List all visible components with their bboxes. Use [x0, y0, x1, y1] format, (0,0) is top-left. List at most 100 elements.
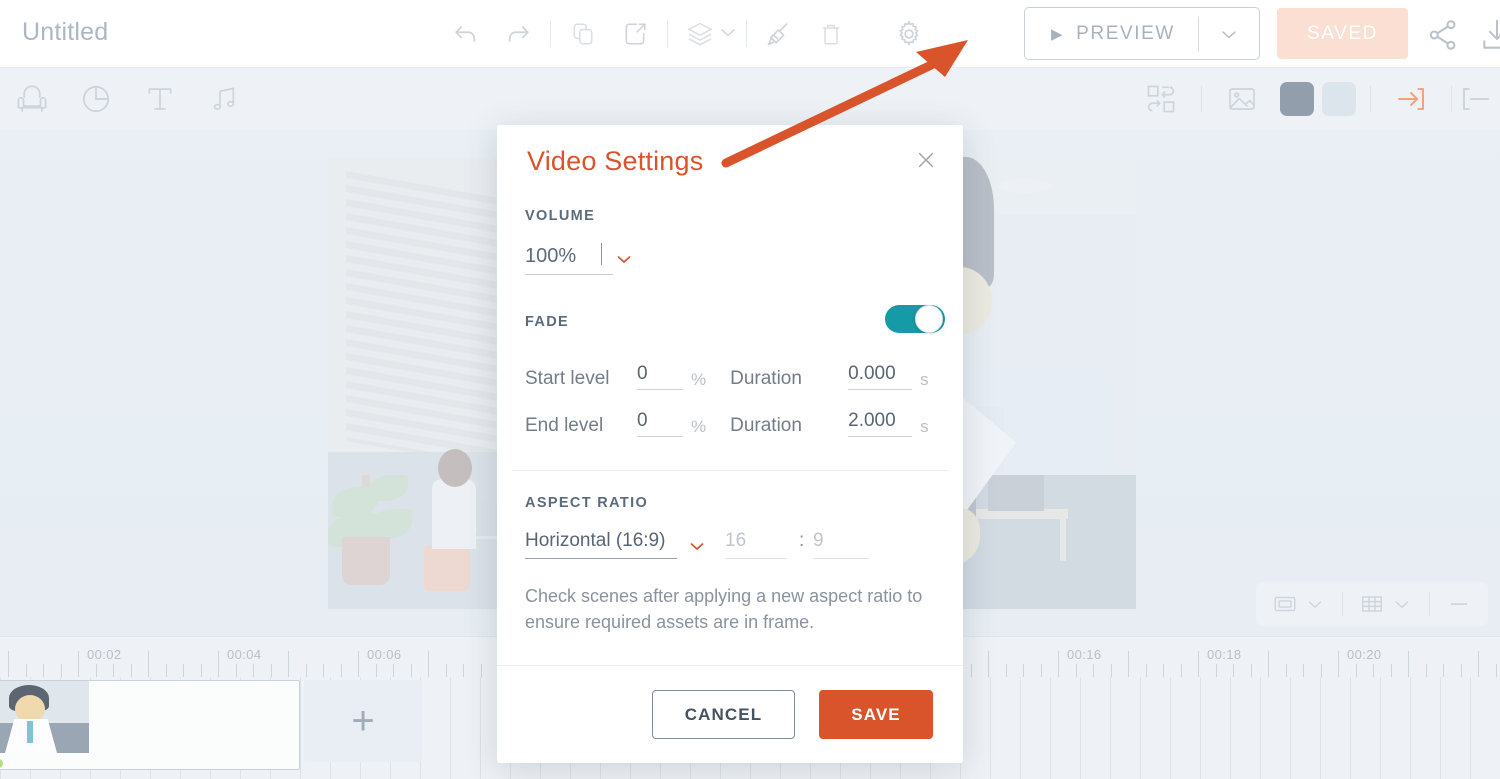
preview-label: PREVIEW	[1076, 22, 1175, 44]
grid-control[interactable]	[1353, 591, 1419, 617]
progress-bar[interactable]	[0, 759, 3, 768]
start-level-label: Start level	[525, 368, 610, 389]
document-title[interactable]: Untitled	[22, 18, 108, 47]
save-button[interactable]: SAVE	[819, 690, 933, 739]
frame-size-control[interactable]	[1266, 591, 1332, 617]
preview-chevron-down-icon[interactable]	[1199, 22, 1259, 46]
saved-status-button[interactable]: SAVED	[1277, 8, 1408, 59]
timeline-tick	[1145, 664, 1147, 677]
timeline-time-label: 00:06	[367, 647, 402, 662]
end-level-unit: %	[691, 417, 707, 436]
timeline-tick	[1040, 664, 1042, 677]
scene-thumbnail[interactable]: ur title here Add explanatory text here	[0, 681, 89, 753]
trash-icon[interactable]	[805, 0, 857, 68]
fade-section-label: FADE	[525, 314, 570, 330]
video-settings-dialog: Video Settings VOLUME 100% FADE Start le…	[497, 125, 963, 763]
timeline-tick	[1075, 664, 1077, 677]
aspect-ratio-chevron-down-icon[interactable]	[685, 534, 709, 563]
timeline-tick	[1460, 664, 1462, 677]
end-duration-unit: s	[920, 417, 929, 436]
broom-icon[interactable]	[753, 0, 805, 68]
timeline-tick	[1233, 664, 1234, 677]
timeline-tick	[183, 664, 184, 677]
color-swatch-dark[interactable]	[1280, 82, 1314, 116]
dialog-title: Video Settings	[527, 146, 704, 176]
timeline-tick	[8, 651, 9, 677]
gear-icon[interactable]	[883, 0, 935, 68]
exit-effect-icon[interactable]	[1460, 68, 1500, 130]
timeline-tick	[1303, 664, 1304, 677]
toolbar-separator	[550, 21, 551, 47]
section-divider	[512, 470, 948, 471]
scene-card[interactable]: ur title here Add explanatory text here	[0, 680, 300, 770]
volume-chevron-down-icon[interactable]	[612, 247, 636, 276]
timeline-tick	[60, 664, 62, 677]
aspect-width-input[interactable]: 16	[725, 530, 787, 559]
prop-icon[interactable]	[0, 68, 64, 130]
timeline-tick	[393, 664, 394, 677]
timeline-tick	[480, 664, 482, 677]
editor-toolbar	[0, 68, 1500, 130]
toolbar-separator	[1201, 86, 1202, 112]
timeline-tick	[43, 664, 44, 677]
timeline-time-label: 00:18	[1207, 647, 1242, 662]
start-level-input[interactable]: 0	[637, 363, 683, 390]
timeline-time-label: 00:16	[1067, 647, 1102, 662]
timeline-time-label: 00:20	[1347, 647, 1382, 662]
share-icon[interactable]	[1424, 16, 1462, 54]
timeline-tick	[200, 664, 202, 677]
end-duration-input[interactable]: 2.000	[848, 410, 913, 437]
copy-icon[interactable]	[557, 0, 609, 68]
timeline-tick	[1425, 664, 1427, 677]
start-duration-input[interactable]: 0.000	[848, 363, 913, 390]
play-icon: ▶	[1051, 25, 1065, 43]
aspect-ratio-select[interactable]: Horizontal (16:9)	[525, 530, 677, 559]
timeline-tick	[78, 651, 79, 677]
footer-divider	[497, 665, 963, 666]
timeline-tick	[988, 651, 989, 677]
timeline-tick	[95, 664, 97, 677]
end-level-label: End level	[525, 415, 604, 436]
end-level-input[interactable]: 0	[637, 410, 683, 437]
enter-effect-icon[interactable]	[1379, 68, 1443, 130]
download-icon[interactable]	[1478, 16, 1500, 54]
timeline-tick	[1005, 664, 1007, 677]
app-root: Untitled ▶ PREVIEW SAVED 00:02 00:04 00:…	[0, 0, 1500, 779]
fade-end-row: End level 0 % Duration 2.000 s	[525, 410, 929, 437]
app-header: Untitled ▶ PREVIEW SAVED	[0, 0, 1500, 68]
volume-input[interactable]: 100%	[525, 245, 613, 275]
duplicate-to-icon[interactable]	[609, 0, 661, 68]
timeline-tick	[1128, 651, 1129, 677]
timeline-tick	[1373, 664, 1374, 677]
aspect-ratio-colon: :	[799, 530, 805, 551]
cancel-button[interactable]: CANCEL	[652, 690, 795, 739]
text-icon[interactable]	[128, 68, 192, 130]
redo-icon[interactable]	[492, 0, 544, 68]
aspect-height-input[interactable]: 9	[813, 530, 869, 559]
preview-button[interactable]: ▶ PREVIEW	[1024, 7, 1260, 60]
timeline-tick	[1198, 651, 1199, 677]
image-icon[interactable]	[1210, 68, 1274, 130]
close-icon[interactable]	[911, 145, 941, 175]
timeline-tick	[970, 664, 972, 677]
timeline-tick	[428, 651, 429, 677]
music-icon[interactable]	[192, 68, 256, 130]
chart-icon[interactable]	[64, 68, 128, 130]
undo-icon[interactable]	[440, 0, 492, 68]
zoom-out-button[interactable]	[1440, 591, 1478, 617]
layers-chevron-down-icon[interactable]	[716, 20, 740, 49]
timeline-tick	[1338, 651, 1339, 677]
color-swatch-light[interactable]	[1322, 82, 1356, 116]
fade-toggle-knob[interactable]	[915, 305, 943, 333]
start-duration-label: Duration	[730, 368, 802, 389]
timeline-tick	[463, 664, 464, 677]
timeline-tick	[235, 664, 237, 677]
swap-icon[interactable]	[1129, 68, 1193, 130]
preview-button-label-group: ▶ PREVIEW	[1025, 23, 1198, 45]
add-scene-button[interactable]: +	[304, 680, 422, 762]
timeline-tick	[130, 664, 132, 677]
aspect-ratio-note: Check scenes after applying a new aspect…	[525, 586, 923, 633]
start-level-unit: %	[691, 370, 707, 389]
timeline-tick	[1093, 664, 1094, 677]
scene-progress[interactable]	[0, 757, 299, 769]
